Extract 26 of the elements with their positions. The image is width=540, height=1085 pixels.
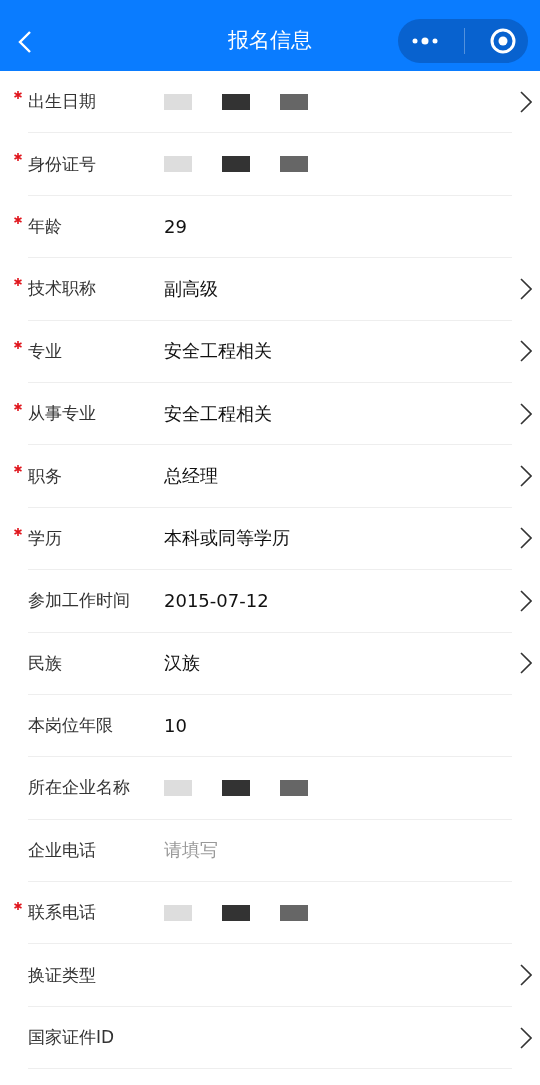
field-value[interactable]: 总经理	[164, 464, 512, 489]
field-label: 学历	[28, 526, 63, 550]
field-label: 联系电话	[28, 901, 97, 925]
field-label: 出生日期	[28, 90, 97, 114]
field-value[interactable]: 29	[164, 215, 512, 237]
field-label: 技术职称	[28, 277, 97, 301]
field-label: 换证类型	[28, 963, 97, 987]
field-label: 本岗位年限	[28, 714, 114, 738]
field-value[interactable]: 安全工程相关	[164, 401, 512, 426]
field-value[interactable]: 2015-07-12	[164, 590, 512, 612]
field-label: 专业	[28, 339, 63, 363]
field-label: 身份证号	[28, 152, 97, 176]
field-value[interactable]: 汉族	[164, 651, 512, 676]
field-label: 年龄	[28, 214, 63, 238]
field-label: 参加工作时间	[28, 589, 131, 613]
field-label: 从事专业	[28, 402, 97, 426]
field-label: 职务	[28, 464, 63, 488]
field-label: 国家证件ID	[28, 1026, 116, 1050]
field-value[interactable]: 本科或同等学历	[164, 526, 512, 551]
field-value[interactable]: 10	[164, 715, 512, 737]
field-label: 企业电话	[28, 838, 97, 862]
field-label: 所在企业名称	[28, 776, 131, 800]
field-label: 民族	[28, 651, 63, 675]
field-value[interactable]: 安全工程相关	[164, 339, 512, 364]
page-title: 报名信息	[228, 26, 312, 54]
field-value[interactable]: 副高级	[164, 276, 512, 301]
